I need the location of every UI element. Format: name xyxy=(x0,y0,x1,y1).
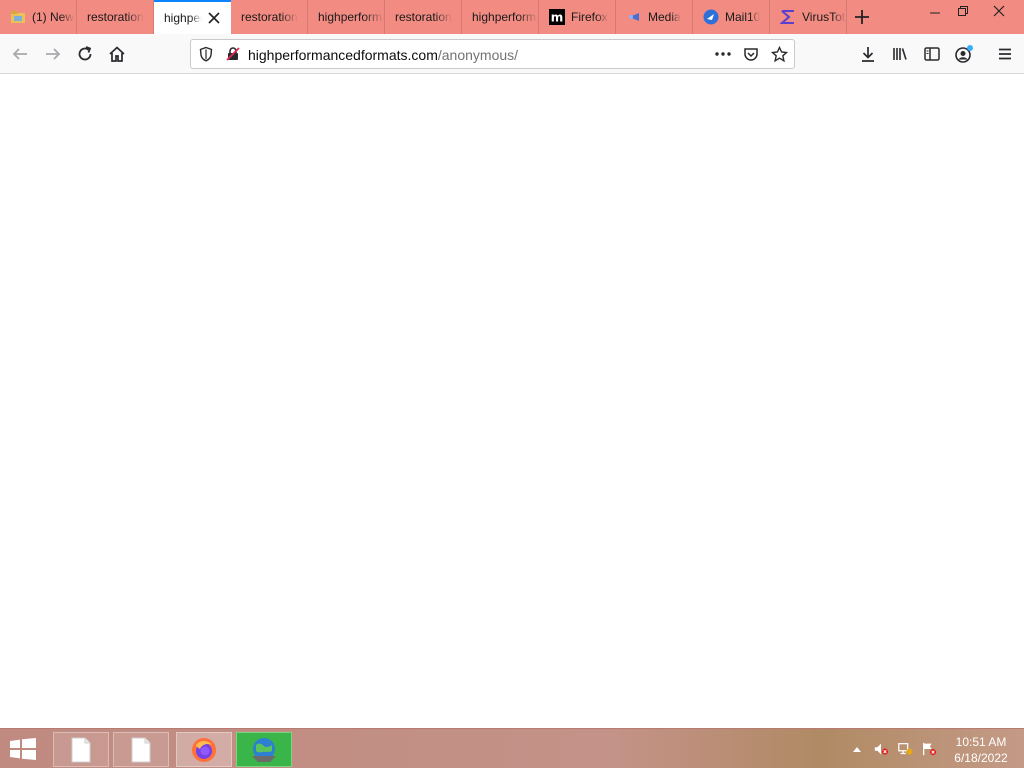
hamburger-menu-icon xyxy=(999,48,1011,60)
tab-strip: (1) New restoration highperformancedform… xyxy=(0,0,1024,34)
chevron-up-icon xyxy=(853,747,861,752)
firefox-icon xyxy=(192,737,216,762)
home-icon xyxy=(109,46,125,62)
taskbar-file-1[interactable] xyxy=(53,732,109,767)
new-tab-button[interactable] xyxy=(850,6,874,28)
tab-restoration-2[interactable]: restoration xyxy=(231,0,308,34)
network-button[interactable] xyxy=(897,741,913,757)
clock-date: 6/18/2022 xyxy=(954,751,1008,765)
tab-label: highperformance xyxy=(472,10,538,24)
forward-button[interactable] xyxy=(39,40,67,68)
url-text[interactable]: highperformancedformats.com/anonymous/ xyxy=(248,47,518,63)
reload-icon xyxy=(78,46,92,61)
virustotal-icon xyxy=(780,9,796,25)
m-logo-icon: m xyxy=(549,9,565,25)
insecure-lock-icon[interactable] xyxy=(225,46,241,67)
windows-taskbar: 10:51 AM 6/18/2022 xyxy=(0,728,1024,768)
library-button[interactable] xyxy=(886,40,914,68)
tracking-protection-shield-icon[interactable] xyxy=(198,46,214,67)
tab-highperformance-3[interactable]: highperformance xyxy=(462,0,539,34)
network-icon xyxy=(898,743,913,755)
volume-muted-button[interactable] xyxy=(873,741,889,757)
blank-document-icon xyxy=(131,737,151,762)
tab-highperformance-2[interactable]: highperformance xyxy=(308,0,385,34)
tab-firefox[interactable]: m Firefox xyxy=(539,0,616,34)
page-content-area xyxy=(0,74,1024,728)
tab-virustotal[interactable]: VirusTotal xyxy=(770,0,847,34)
tab-label: Firefox xyxy=(571,10,608,24)
windows-logo-icon xyxy=(10,738,36,760)
close-tab-icon[interactable] xyxy=(207,11,221,25)
blank-document-icon xyxy=(71,737,91,762)
account-icon xyxy=(955,45,973,63)
sidebar-toggle-button[interactable] xyxy=(918,40,946,68)
tab-label: Media xyxy=(648,10,681,24)
forward-arrow-icon xyxy=(46,48,61,60)
plus-icon xyxy=(855,10,869,24)
back-arrow-icon xyxy=(12,48,27,60)
account-button[interactable] xyxy=(950,40,978,68)
clock-time: 10:51 AM xyxy=(955,735,1007,749)
navigation-toolbar: highperformancedformats.com/anonymous/ xyxy=(0,34,1024,74)
tab-new[interactable]: (1) New xyxy=(0,0,77,34)
tab-label: highperformancedformats xyxy=(164,11,202,25)
back-button[interactable] xyxy=(6,40,34,68)
library-icon xyxy=(893,48,907,60)
sidebar-icon xyxy=(924,47,940,61)
downloads-button[interactable] xyxy=(854,40,882,68)
tab-label: (1) New xyxy=(32,10,75,24)
bookmark-star-icon[interactable] xyxy=(770,45,789,68)
tab-label: VirusTotal xyxy=(802,10,846,24)
tab-mail[interactable]: Mail10 xyxy=(693,0,770,34)
tab-label: highperformance xyxy=(318,10,384,24)
close-icon xyxy=(993,5,1005,17)
speaker-muted-icon xyxy=(874,743,889,755)
tab-label: Mail10 xyxy=(725,10,761,24)
taskbar-download-manager[interactable] xyxy=(236,732,292,767)
mail-icon xyxy=(703,9,719,25)
restore-button[interactable] xyxy=(946,0,980,22)
tab-active-highperformance[interactable]: highperformancedformats xyxy=(154,0,231,34)
taskbar-clock[interactable]: 10:51 AM 6/18/2022 xyxy=(945,734,1017,766)
url-path: /anonymous/ xyxy=(437,47,519,63)
tab-restoration-1[interactable]: restoration xyxy=(77,0,154,34)
svg-text:m: m xyxy=(551,11,564,25)
tab-label: restoration xyxy=(395,10,452,24)
tab-media[interactable]: Media xyxy=(616,0,693,34)
action-center-button[interactable] xyxy=(921,741,937,757)
reload-button[interactable] xyxy=(71,40,99,68)
globe-download-icon xyxy=(252,737,276,762)
page-actions-menu-icon[interactable] xyxy=(714,46,732,67)
start-button[interactable] xyxy=(8,738,40,762)
address-bar[interactable]: highperformancedformats.com/anonymous/ xyxy=(190,39,795,69)
taskbar-firefox[interactable] xyxy=(176,732,232,767)
flag-alert-icon xyxy=(923,742,937,756)
download-icon xyxy=(862,47,874,62)
close-window-button[interactable] xyxy=(982,0,1016,22)
tab-label: restoration xyxy=(87,10,144,24)
restore-icon xyxy=(958,6,968,16)
show-hidden-icons-button[interactable] xyxy=(849,741,865,757)
pocket-icon[interactable] xyxy=(743,46,759,67)
url-host: highperformancedformats.com xyxy=(248,47,438,63)
app-menu-button[interactable] xyxy=(991,40,1019,68)
media-icon xyxy=(626,9,642,25)
taskbar-file-2[interactable] xyxy=(113,732,169,767)
home-button[interactable] xyxy=(103,40,131,68)
minimize-icon xyxy=(930,12,940,14)
folder-icon xyxy=(10,9,26,25)
tab-label: restoration xyxy=(241,10,298,24)
tab-restoration-3[interactable]: restoration xyxy=(385,0,462,34)
